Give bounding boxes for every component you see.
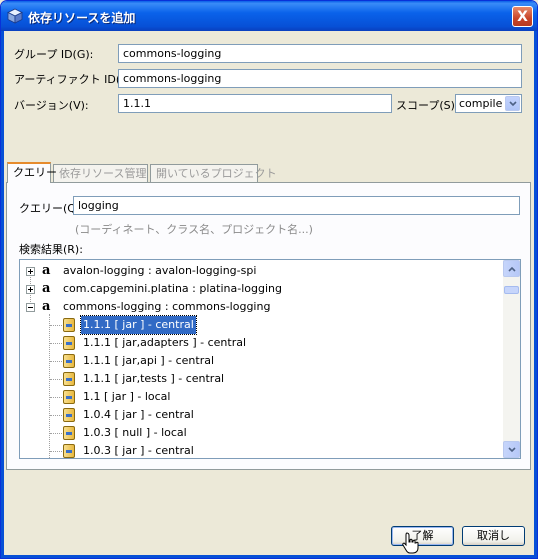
cancel-button[interactable]: 取消し (462, 526, 525, 546)
result-label: 1.1.1 [ jar,api ] - central (83, 354, 215, 367)
jar-icon (63, 390, 75, 404)
chevron-down-icon (509, 101, 517, 107)
group-id-label: グループ ID(G): (14, 48, 94, 61)
scope-value: compile (459, 97, 503, 110)
tree-line (49, 314, 50, 458)
expand-icon[interactable] (26, 285, 35, 294)
collapse-icon[interactable] (26, 303, 35, 312)
title-bar[interactable]: 依存リソースを追加 X (1, 1, 537, 31)
jar-icon (63, 354, 75, 368)
version-label: バージョン(V): (14, 99, 89, 112)
dialog-window: 依存リソースを追加 X グループ ID(G): commons-logging … (0, 0, 538, 559)
jar-icon (63, 408, 75, 422)
result-label: 1.0.4 [ jar ] - central (83, 408, 194, 421)
result-label: commons-logging : commons-logging (63, 300, 271, 313)
scope-dropdown-button[interactable] (505, 96, 520, 111)
result-label: com.capgemini.platina : platina-logging (63, 282, 282, 295)
result-label-selected: 1.1.1 [ jar ] - central (80, 315, 197, 335)
scope-label: スコープ(S): (396, 99, 459, 112)
scroll-down-button[interactable] (503, 441, 520, 458)
scroll-up-button[interactable] (503, 260, 520, 277)
close-button[interactable]: X (512, 6, 533, 27)
jar-icon (63, 336, 75, 350)
chevron-down-icon (508, 447, 516, 453)
group-id-field[interactable]: commons-logging (118, 44, 522, 63)
cube-icon (7, 8, 23, 24)
letter-a-icon: a (42, 299, 51, 314)
hand-pointer-icon (402, 532, 419, 554)
result-label: 1.1 [ jar ] - local (83, 390, 171, 403)
letter-a-icon: a (42, 263, 51, 278)
vertical-scrollbar[interactable] (503, 260, 520, 458)
tab-dependency-management[interactable]: 依存リソース管理 (53, 164, 148, 183)
result-label: 1.0.3 [ null ] - local (83, 426, 187, 439)
tab-query[interactable]: クエリー (7, 162, 57, 183)
expand-icon[interactable] (26, 267, 35, 276)
scope-select[interactable]: compile (455, 94, 522, 113)
result-label: 1.1.1 [ jar,adapters ] - central (83, 336, 247, 349)
result-label: 1.1.1 [ jar,tests ] - central (83, 372, 225, 385)
tab-open-projects[interactable]: 開いているプロジェクト (150, 164, 277, 183)
query-field[interactable]: logging (73, 196, 520, 215)
jar-icon (63, 444, 75, 458)
results-label: 検索結果(R): (19, 243, 83, 256)
close-icon: X (517, 9, 528, 25)
query-hint: (コーディネート、クラス名、プロジェクト名...) (75, 223, 313, 236)
artifact-id-field[interactable]: commons-logging (118, 69, 522, 88)
jar-icon (63, 318, 75, 332)
jar-icon (63, 426, 75, 440)
result-label: 1.0.3 [ jar ] - central (83, 444, 194, 457)
scroll-thumb[interactable] (504, 286, 519, 294)
chevron-up-icon (508, 266, 516, 272)
jar-icon (63, 372, 75, 386)
letter-a-icon: a (42, 281, 51, 296)
result-label: avalon-logging : avalon-logging-spi (63, 264, 257, 277)
version-field[interactable]: 1.1.1 (118, 94, 392, 113)
results-tree[interactable]: a avalon-logging : avalon-logging-spi a … (19, 259, 521, 459)
window-title: 依存リソースを追加 (28, 11, 136, 25)
ok-button[interactable]: 了解 (391, 526, 454, 546)
